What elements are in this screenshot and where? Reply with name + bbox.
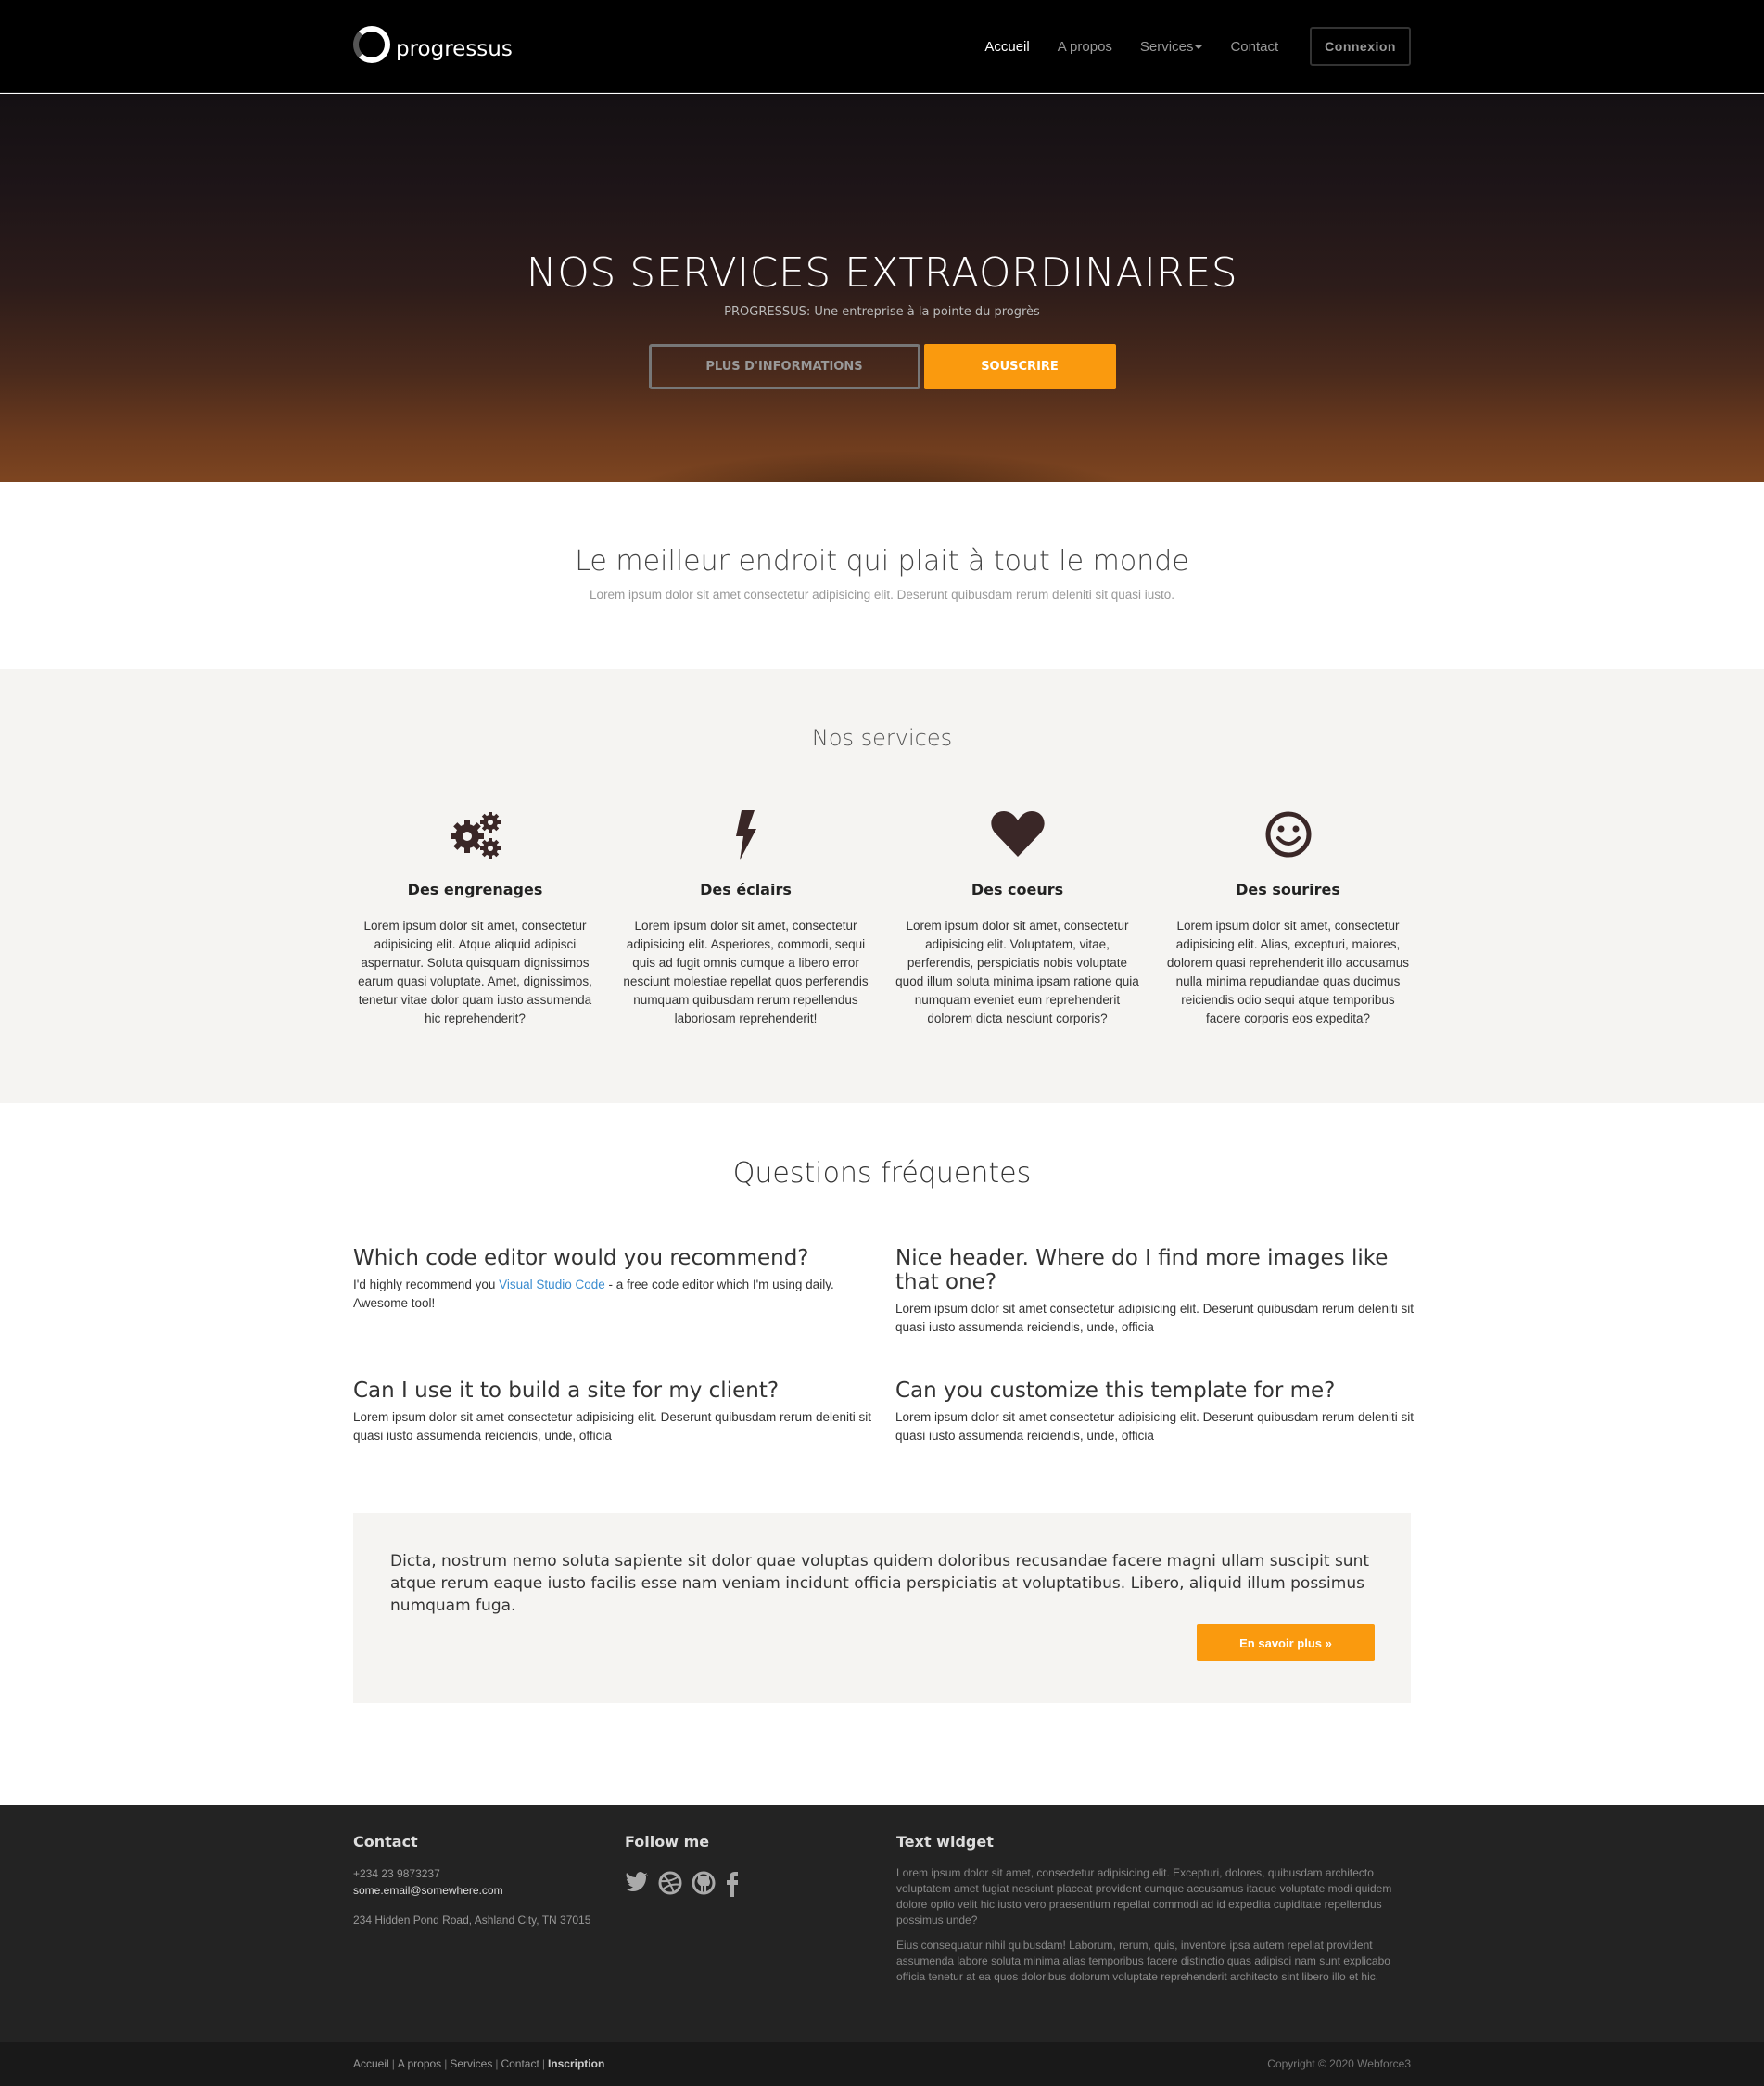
hero-title: NOS SERVICES EXTRAORDINAIRES (526, 249, 1238, 297)
separator: | (495, 2057, 499, 2070)
faq-question: Can you customize this template for me? (895, 1379, 1336, 1403)
faq-item: Can you customize this template for me? … (895, 1379, 1415, 1445)
footer-link-inscription[interactable]: Inscription (548, 2057, 604, 2070)
service-text: Lorem ipsum dolor sit amet, consectetur … (623, 919, 869, 1025)
lead-title: Le meilleur endroit qui plait à tout le … (575, 545, 1189, 578)
footer-widget-text: Eius consequatur nihil quibusdam! Laboru… (896, 1939, 1390, 1983)
facebook-icon[interactable] (725, 1871, 740, 1902)
gears-icon (450, 812, 501, 859)
footer-follow-title: Follow me (625, 1833, 710, 1851)
footer-phone: +234 23 9873237 (353, 1867, 440, 1880)
faq-item: Which code editor would you recommend? I… (353, 1246, 872, 1313)
footer-link-a-propos[interactable]: A propos (398, 2057, 441, 2070)
subscribe-button[interactable]: SOUSCRIRE (923, 344, 1116, 389)
separator: | (391, 2057, 395, 2070)
footer-contact: Contact +234 23 9873237 some.email@somew… (353, 1833, 590, 1928)
footer-link-services[interactable]: Services (450, 2057, 492, 2070)
faq-answer: Lorem ipsum dolor sit amet consectetur a… (895, 1302, 1415, 1334)
navbar: progressus Accueil A propos Services Con… (0, 0, 1764, 93)
footer-contact-title: Contact (353, 1833, 418, 1851)
footer-follow: Follow me (625, 1833, 749, 1902)
footer-links: Accueil | A propos | Services | Contact | Inscri… (353, 2057, 604, 2070)
footer-bottom: Accueil | A propos | Services | Contact | Inscri… (0, 2042, 1764, 2086)
footer-email[interactable]: some.email@somewhere.com (353, 1882, 590, 1899)
service-card: Des sourires Lorem ipsum dolor sit amet,… (1165, 808, 1411, 1028)
footer-link-accueil[interactable]: Accueil (353, 2057, 389, 2070)
hero-subtitle: PROGRESSUS: Une entreprise à la pointe d… (724, 305, 1040, 319)
service-title: Des éclairs (700, 881, 792, 898)
dribbble-icon[interactable] (658, 1871, 682, 1902)
faq-item: Nice header. Where do I find more images… (895, 1246, 1415, 1337)
brand-name: progressus (396, 37, 513, 61)
nav-item-services[interactable]: Services (1140, 39, 1203, 55)
footer-text-widget: Text widget Lorem ipsum dolor sit amet, … (896, 1833, 1411, 1985)
nav-item-a-propos[interactable]: A propos (1058, 39, 1112, 55)
hero-background-horizon (603, 451, 1160, 482)
hero-buttons: PLUS D'INFORMATIONS SOUSCRIRE (0, 344, 1764, 389)
faq-title: Questions fréquentes (732, 1157, 1032, 1189)
footer: Contact +234 23 9873237 some.email@somew… (0, 1805, 1764, 2042)
visual-studio-code-link[interactable]: Visual Studio Code (499, 1278, 605, 1291)
page: progressus Accueil A propos Services Con… (0, 0, 1764, 2086)
nav-item-contact[interactable]: Contact (1230, 39, 1278, 55)
lightning-icon (735, 810, 756, 860)
service-title: Des coeurs (971, 881, 1064, 898)
faq-answer: I'd highly recommend you Visual Studio C… (353, 1276, 872, 1313)
footer-link-contact[interactable]: Contact (501, 2057, 539, 2070)
more-info-button[interactable]: PLUS D'INFORMATIONS (648, 344, 920, 389)
hero: NOS SERVICES EXTRAORDINAIRES PROGRESSUS:… (0, 94, 1764, 482)
service-title: Des sourires (1236, 881, 1340, 898)
footer-contact-details: +234 23 9873237 some.email@somewhere.com… (353, 1865, 590, 1928)
service-card: Des coeurs Lorem ipsum dolor sit amet, c… (895, 808, 1140, 1028)
login-button[interactable]: Connexion (1310, 27, 1411, 66)
services-title: Nos services (811, 725, 953, 751)
faq-question: Nice header. Where do I find more images… (895, 1246, 1389, 1294)
lead-text: Lorem ipsum dolor sit amet consectetur a… (589, 588, 1175, 602)
twitter-icon[interactable] (625, 1871, 649, 1902)
nav-item-accueil[interactable]: Accueil (984, 39, 1029, 55)
smiley-icon (1265, 811, 1311, 858)
services-section: Nos services Des engrenages Lorem ipsum … (0, 669, 1764, 1103)
faq-answer-text: I'd highly recommend you (353, 1278, 500, 1291)
footer-widget-text: Lorem ipsum dolor sit amet, consectetur … (896, 1866, 1392, 1927)
callout-text: Dicta, nostrum nemo soluta sapiente sit … (390, 1552, 1370, 1615)
faq-answer: Lorem ipsum dolor sit amet consectetur a… (895, 1410, 1415, 1443)
service-text: Lorem ipsum dolor sit amet, consectetur … (895, 919, 1139, 1025)
copyright: Copyright © 2020 Webforce3 (1267, 2057, 1411, 2070)
service-card: Des engrenages Lorem ipsum dolor sit ame… (352, 808, 598, 1028)
caret-down-icon (1195, 45, 1203, 49)
faq-question: Which code editor would you recommend? (353, 1246, 809, 1270)
faq-answer: Lorem ipsum dolor sit amet consectetur a… (353, 1410, 872, 1443)
service-card: Des éclairs Lorem ipsum dolor sit amet, … (623, 808, 869, 1028)
main-nav: Accueil A propos Services Contact Connex… (957, 27, 1411, 66)
heart-icon (990, 811, 1045, 857)
logo[interactable]: progressus (353, 24, 513, 65)
social-links (625, 1871, 749, 1902)
learn-more-button[interactable]: En savoir plus » (1197, 1624, 1375, 1661)
faq-question: Can I use it to build a site for my clie… (353, 1379, 780, 1403)
footer-widget-title: Text widget (896, 1833, 994, 1851)
callout-box: Dicta, nostrum nemo soluta sapiente sit … (353, 1513, 1411, 1703)
service-text: Lorem ipsum dolor sit amet, consectetur … (1166, 919, 1410, 1025)
service-title: Des engrenages (407, 881, 543, 898)
separator: | (541, 2057, 545, 2070)
footer-address: 234 Hidden Pond Road, Ashland City, TN 3… (353, 1914, 591, 1927)
faq-item: Can I use it to build a site for my clie… (353, 1379, 872, 1445)
progressus-logo-icon (353, 26, 390, 63)
github-icon[interactable] (692, 1871, 716, 1902)
nav-item-services-label: Services (1139, 38, 1194, 55)
service-text: Lorem ipsum dolor sit amet, consectetur … (358, 919, 592, 1025)
separator: | (444, 2057, 448, 2070)
